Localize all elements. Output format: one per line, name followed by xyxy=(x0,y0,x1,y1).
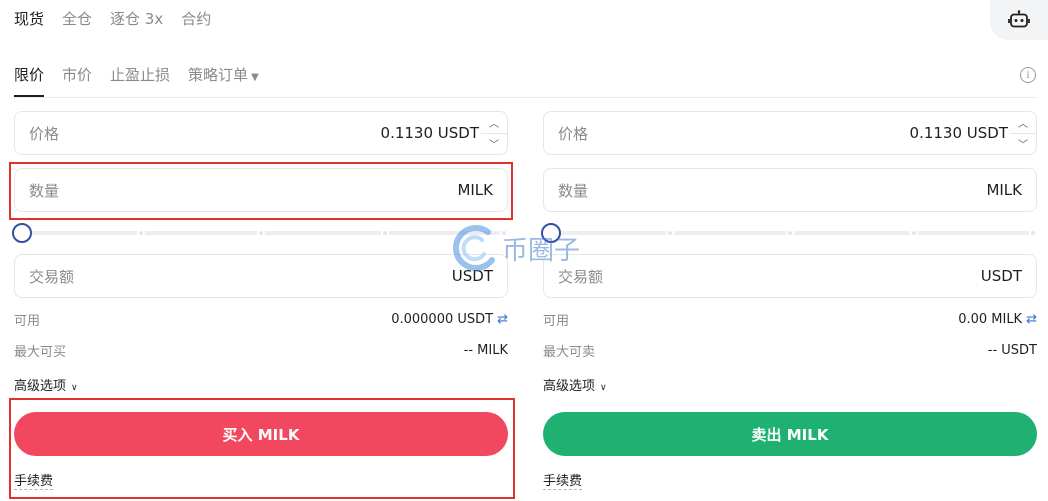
buy-max-label: 最大可买 xyxy=(14,345,67,360)
buy-amount-unit: USDT xyxy=(451,267,493,285)
slider-track xyxy=(22,231,508,235)
sell-price-input[interactable]: 价格 0.1130 USDT ︿ ﹀ xyxy=(543,111,1037,155)
slider-mark-100[interactable] xyxy=(500,229,508,237)
price-down-icon[interactable]: ﹀ xyxy=(481,134,507,155)
order-type-tabs: 限价 市价 止盈止损 策略订单 ▼ xyxy=(14,64,259,97)
sell-max-value: -- USDT xyxy=(987,343,1037,358)
chevron-down-icon: ∨ xyxy=(71,383,78,393)
tab-cross-margin[interactable]: 全仓 xyxy=(62,8,92,29)
transfer-icon[interactable]: ⇄ xyxy=(497,312,508,327)
highlight-quantity-box xyxy=(9,162,513,220)
buy-amount-input[interactable]: 交易额 USDT xyxy=(14,254,508,298)
tab-limit[interactable]: 限价 xyxy=(14,64,45,97)
transfer-icon[interactable]: ⇄ xyxy=(1026,312,1037,327)
buy-available-label: 可用 xyxy=(14,314,41,329)
sell-available-label: 可用 xyxy=(543,314,570,329)
tab-tp-sl[interactable]: 止盈止损 xyxy=(110,64,170,97)
sell-percent-slider[interactable] xyxy=(541,212,1037,254)
highlight-buy-box xyxy=(9,398,515,499)
buy-max-value: -- MILK xyxy=(463,343,508,358)
sell-amount-label: 交易额 xyxy=(558,267,604,286)
price-up-icon[interactable]: ︿ xyxy=(481,112,507,134)
robot-icon xyxy=(1008,10,1030,28)
tab-strategy-order[interactable]: 策略订单 ▼ xyxy=(188,64,259,97)
slider-mark-75[interactable] xyxy=(910,229,918,237)
slider-mark-75[interactable] xyxy=(381,229,389,237)
tab-market[interactable]: 市价 xyxy=(62,64,92,97)
slider-mark-25[interactable] xyxy=(137,229,145,237)
slider-mark-100[interactable] xyxy=(1029,229,1037,237)
sell-available-value-group: 0.00 MILK ⇄ xyxy=(958,312,1037,327)
sell-quantity-label: 数量 xyxy=(558,181,589,200)
buy-max-row: 最大可买 -- MILK xyxy=(14,335,508,366)
slider-mark-50[interactable] xyxy=(786,229,794,237)
sell-fee-label[interactable]: 手续费 xyxy=(543,470,583,490)
chevron-down-icon: ∨ xyxy=(600,383,607,393)
sell-advanced-label: 高级选项 xyxy=(543,379,596,394)
slider-mark-50[interactable] xyxy=(257,229,265,237)
slider-handle[interactable] xyxy=(541,223,561,243)
buy-available-value: 0.000000 USDT xyxy=(391,312,494,327)
price-up-icon[interactable]: ︿ xyxy=(1010,112,1036,134)
sell-available-value: 0.00 MILK xyxy=(958,312,1023,327)
buy-amount-label: 交易额 xyxy=(29,267,75,286)
sell-price-label: 价格 xyxy=(558,124,589,143)
buy-price-value: 0.1130 USDT xyxy=(380,124,479,142)
sell-button[interactable]: 卖出 MILK xyxy=(543,412,1037,456)
caret-down-icon: ▼ xyxy=(251,72,259,83)
buy-price-input[interactable]: 价格 0.1130 USDT ︿ ﹀ xyxy=(14,111,508,155)
strategy-order-label: 策略订单 xyxy=(188,66,249,84)
sell-quantity-unit: MILK xyxy=(986,181,1022,199)
slider-handle[interactable] xyxy=(12,223,32,243)
slider-mark-25[interactable] xyxy=(666,229,674,237)
price-down-icon[interactable]: ﹀ xyxy=(1010,134,1036,155)
buy-price-label: 价格 xyxy=(29,124,60,143)
sell-panel: 价格 0.1130 USDT ︿ ﹀ 数量 MILK 交易额 USDT 可用 0… xyxy=(541,111,1037,490)
sell-price-stepper: ︿ ﹀ xyxy=(1010,112,1036,154)
buy-price-stepper: ︿ ﹀ xyxy=(481,112,507,154)
buy-available-row: 可用 0.000000 USDT ⇄ xyxy=(14,304,508,335)
buy-available-value-group: 0.000000 USDT ⇄ xyxy=(391,312,508,327)
buy-advanced-options[interactable]: 高级选项 ∨ xyxy=(14,375,508,397)
sell-amount-unit: USDT xyxy=(980,267,1022,285)
slider-track xyxy=(551,231,1037,235)
sell-price-value: 0.1130 USDT xyxy=(909,124,1008,142)
sell-advanced-options[interactable]: 高级选项 ∨ xyxy=(543,375,1037,397)
market-type-tabs: 现货 全仓 逐仓 3x 合约 xyxy=(14,8,211,29)
bot-button[interactable] xyxy=(990,0,1048,40)
sell-available-row: 可用 0.00 MILK ⇄ xyxy=(543,304,1037,335)
tab-isolated-margin[interactable]: 逐仓 3x xyxy=(110,8,163,29)
tab-futures[interactable]: 合约 xyxy=(181,8,211,29)
sell-quantity-input[interactable]: 数量 MILK xyxy=(543,168,1037,212)
tab-spot[interactable]: 现货 xyxy=(14,8,44,29)
sell-amount-input[interactable]: 交易额 USDT xyxy=(543,254,1037,298)
info-icon[interactable]: i xyxy=(1020,67,1036,83)
buy-advanced-label: 高级选项 xyxy=(14,379,67,394)
sell-max-row: 最大可卖 -- USDT xyxy=(543,335,1037,366)
sell-max-label: 最大可卖 xyxy=(543,345,596,360)
tabs-divider xyxy=(14,97,1038,98)
